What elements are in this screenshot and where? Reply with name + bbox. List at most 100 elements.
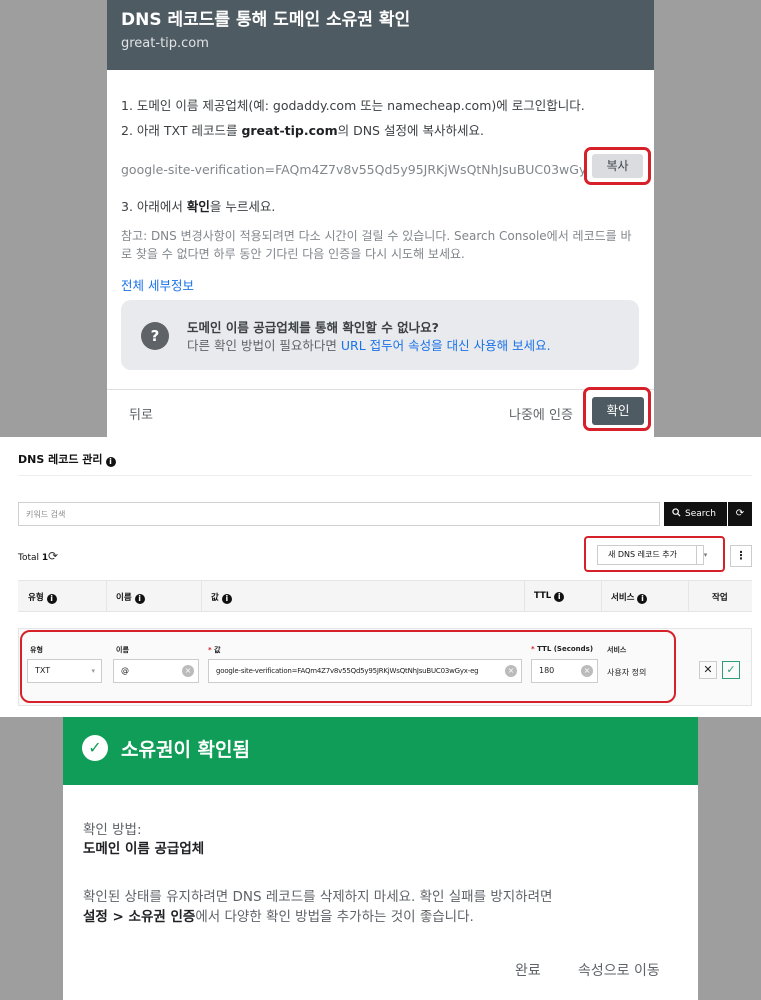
dialog-header: DNS 레코드를 통해 도메인 소유권 확인 great-tip.com — [107, 0, 654, 70]
copy-button-highlight: 복사 — [584, 147, 651, 185]
dns-manager-title-text: DNS 레코드 관리 — [18, 453, 103, 466]
ttl-field-label: * TTL (Seconds) — [531, 645, 593, 653]
col-action: 작업 — [712, 593, 728, 603]
step-3-text: 3. 아래에서 확인을 누르세요. — [121, 196, 275, 215]
confirm-button-highlight: 확인 — [583, 387, 651, 431]
back-button[interactable]: 뒤로 — [129, 404, 153, 423]
value-input-value: google-site-verification=FAQm4Z7v8v55Qd5… — [216, 667, 479, 675]
step-2-prefix: 2. 아래 TXT 레코드를 — [121, 123, 242, 138]
info-icon: i — [221, 594, 232, 604]
help-prefix: 다른 확인 방법이 필요하다면 — [187, 338, 341, 353]
check-circle-icon: ✓ — [82, 735, 108, 761]
name-field-label: 이름 — [116, 646, 129, 654]
col-divider — [601, 581, 602, 611]
confirm-button[interactable]: 확인 — [592, 397, 644, 425]
success-title: 소유권이 확인됨 — [121, 739, 250, 761]
ttl-field-label-text: TTL (Seconds) — [537, 645, 594, 653]
col-service: 서비스 i — [611, 591, 648, 604]
col-type-label: 유형 — [28, 593, 44, 603]
close-icon: ✕ — [703, 663, 713, 676]
clear-icon[interactable]: × — [581, 665, 593, 677]
more-options-icon[interactable]: ⋮ — [730, 545, 752, 567]
reset-button[interactable]: ⟳ — [728, 502, 752, 526]
col-ttl: TTL i — [534, 591, 565, 602]
dns-propagation-note: 참고: DNS 변경사항이 적용되려면 다소 시간이 걸릴 수 있습니다. Se… — [121, 229, 632, 261]
step-3-prefix: 3. 아래에서 — [121, 199, 187, 214]
type-field-label: 유형 — [30, 646, 43, 654]
help-title: 도메인 이름 공급업체를 통해 확인할 수 없나요? — [187, 320, 439, 335]
warn-suffix: 에서 다양한 확인 방법을 추가하는 것이 좋습니다. — [195, 909, 474, 925]
add-record-highlight: 새 DNS 레코드 추가 ▾ — [584, 536, 725, 572]
ttl-input[interactable]: 180 × — [531, 659, 598, 683]
keep-record-warning: 확인된 상태를 유지하려면 DNS 레코드를 삭제하지 마세요. 확인 실패를 … — [83, 887, 683, 927]
chevron-down-icon: ▾ — [91, 667, 95, 675]
search-button[interactable]: Search — [664, 502, 727, 526]
info-icon: i — [637, 594, 648, 604]
service-field-label: 서비스 — [607, 646, 627, 654]
help-box: ? 도메인 이름 공급업체를 통해 확인할 수 없나요? 다른 확인 방법이 필… — [121, 300, 639, 370]
help-text: 다른 확인 방법이 필요하다면 URL 접두어 속성을 대신 사용해 보세요. — [187, 335, 551, 354]
col-name: 이름 i — [116, 591, 145, 604]
reload-icon[interactable]: ⟳ — [48, 549, 58, 563]
col-value: 값i — [211, 591, 232, 604]
dialog-domain: great-tip.com — [121, 36, 209, 51]
col-divider — [688, 581, 689, 611]
caret-down-icon[interactable]: ▾ — [696, 546, 714, 564]
dns-verify-dialog: DNS 레코드를 통해 도메인 소유권 확인 great-tip.com 1. … — [107, 0, 654, 437]
cancel-edit-button[interactable]: ✕ — [699, 661, 717, 679]
dns-manager-title: DNS 레코드 관리 i — [18, 451, 116, 467]
col-value-label: 값 — [211, 593, 219, 603]
method-label: 확인 방법: — [83, 822, 142, 838]
col-service-label: 서비스 — [611, 593, 635, 603]
url-prefix-link[interactable]: URL 접두어 속성을 대신 사용해 보세요. — [341, 338, 551, 353]
ownership-verified-dialog: ✓ 소유권이 확인됨 확인 방법: 도메인 이름 공급업체 확인된 상태를 유지… — [63, 717, 698, 1000]
step-2-suffix: 의 DNS 설정에 복사하세요. — [337, 123, 484, 138]
go-to-property-button[interactable]: 속성으로 이동 — [578, 960, 660, 980]
check-icon: ✓ — [726, 663, 736, 676]
col-divider — [106, 581, 107, 611]
col-divider — [524, 581, 525, 611]
total-count: Total 1 — [18, 553, 48, 563]
info-icon: i — [105, 457, 116, 467]
warn-text: 확인된 상태를 유지하려면 DNS 레코드를 삭제하지 마세요. 확인 실패를 … — [83, 889, 553, 905]
clear-icon[interactable]: × — [505, 665, 517, 677]
done-button[interactable]: 완료 — [515, 960, 541, 980]
value-input[interactable]: google-site-verification=FAQm4Z7v8v55Qd5… — [208, 659, 522, 683]
clear-icon[interactable]: × — [182, 665, 194, 677]
divider — [18, 475, 752, 476]
table-header: 유형 i 이름 i 값i TTL i 서비스 i 작업 — [18, 580, 752, 612]
save-edit-button[interactable]: ✓ — [722, 661, 740, 679]
type-select[interactable]: TXT ▾ — [27, 659, 102, 683]
settings-path: 설정 > 소유권 인증 — [83, 909, 196, 925]
verify-later-button[interactable]: 나중에 인증 — [509, 404, 573, 423]
value-field-label-text: 값 — [214, 646, 221, 654]
keyword-search-input[interactable] — [18, 502, 660, 526]
copy-button[interactable]: 복사 — [592, 154, 643, 178]
step-2-domain: great-tip.com — [241, 123, 338, 138]
service-value: 사용자 정의 — [607, 668, 647, 677]
name-input-value: @ — [121, 666, 129, 675]
step-1-text: 1. 도메인 이름 제공업체(예: godaddy.com 또는 nameche… — [121, 98, 585, 113]
col-type: 유형 i — [28, 591, 57, 604]
type-select-value: TXT — [35, 666, 51, 675]
info-icon: i — [134, 594, 145, 604]
dialog-title: DNS 레코드를 통해 도메인 소유권 확인 — [121, 10, 411, 30]
step-2-text: 2. 아래 TXT 레코드를 great-tip.com의 DNS 설정에 복사… — [121, 120, 484, 139]
help-icon: ? — [141, 322, 169, 350]
total-label: Total — [18, 553, 40, 563]
txt-record-value[interactable]: google-site-verification=FAQm4Z7v8v55Qd5… — [121, 162, 586, 177]
dns-record-manager: DNS 레코드 관리i Search ⟳ Total 1 ⟳ 새 DNS 레코드… — [0, 437, 761, 717]
ttl-input-value: 180 — [539, 666, 555, 675]
step-3-suffix: 을 누르세요. — [209, 199, 276, 214]
verify-dialog-overlay: DNS 레코드를 통해 도메인 소유권 확인 great-tip.com 1. … — [0, 0, 761, 437]
method-value: 도메인 이름 공급업체 — [83, 841, 205, 857]
success-dialog-overlay: ✓ 소유권이 확인됨 확인 방법: 도메인 이름 공급업체 확인된 상태를 유지… — [0, 717, 761, 1000]
search-button-label: Search — [685, 509, 716, 519]
col-ttl-label: TTL — [534, 591, 552, 601]
name-input[interactable]: @ × — [113, 659, 199, 683]
full-details-link[interactable]: 전체 세부정보 — [121, 275, 194, 294]
dialog-footer: 뒤로 나중에 인증 확인 — [107, 387, 654, 437]
add-dns-record-button[interactable]: 새 DNS 레코드 추가 ▾ — [597, 545, 707, 565]
col-name-label: 이름 — [116, 593, 132, 603]
search-icon — [672, 508, 681, 517]
